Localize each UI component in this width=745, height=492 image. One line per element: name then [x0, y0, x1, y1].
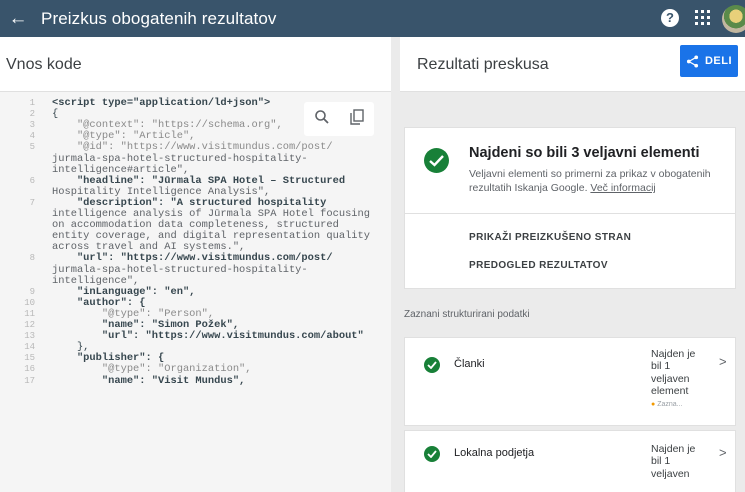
item-status: Najden je bil 1 veljaven — [651, 443, 696, 480]
check-circle-icon — [424, 357, 440, 373]
line-number: 13 — [24, 331, 35, 342]
line-number: 7 — [29, 197, 35, 208]
line-number: 12 — [24, 320, 35, 330]
line-number: 3 — [29, 120, 35, 131]
code-line: jurmala-spa-hotel-structured-hospitality… — [52, 263, 308, 276]
list-item-local-business[interactable]: Lokalna podjetja Najden je bil 1 veljave… — [404, 430, 736, 492]
back-arrow-icon[interactable]: ← — [7, 9, 29, 28]
code-tools — [304, 102, 374, 136]
results-panel-title: Rezultati preskusa — [417, 56, 549, 73]
avatar[interactable] — [722, 5, 745, 33]
more-info-link[interactable]: Več informacij — [590, 182, 655, 194]
line-number: 14 — [24, 342, 35, 353]
summary-description: Veljavni elementi so primerni za prikaz … — [469, 168, 711, 194]
item-sub-status: ● Zazna... — [651, 400, 683, 408]
item-name: Lokalna podjetja — [454, 447, 535, 459]
code-line: "@type": "Organization", — [52, 363, 252, 376]
view-tested-page-button[interactable]: PRIKAŽI PREIZKUŠENO STRAN — [469, 232, 631, 243]
summary-title: Najdeni so bili 3 veljavni elementi — [469, 145, 700, 161]
check-circle-icon — [424, 148, 449, 173]
code-line: "url": "https://www.visitmundus.com/post… — [52, 252, 333, 265]
line-number: 15 — [24, 353, 35, 364]
list-item-articles[interactable]: Članki Najden je bil 1 veljaven element … — [404, 337, 736, 426]
item-status: Najden je bil 1 veljaven element ● Zazna… — [651, 348, 707, 411]
share-label: DELI — [704, 55, 733, 67]
share-icon — [686, 54, 699, 68]
code-editor[interactable]: 1 <script type="application/ld+json"> 2{3 … — [0, 92, 391, 492]
result-summary-card: Najdeni so bili 3 veljavni elementi Velj… — [404, 127, 736, 289]
line-number: 6 — [29, 175, 35, 186]
line-number: 5 — [29, 142, 35, 153]
chevron-right-icon[interactable]: > — [719, 445, 727, 460]
page-title: Preizkus obogatenih rezultatov — [41, 8, 277, 28]
item-name: Članki — [454, 358, 485, 370]
divider — [405, 213, 735, 214]
line-number: 2 — [29, 109, 35, 120]
preview-results-button[interactable]: PREDOGLED REZULTATOV — [469, 260, 608, 271]
apps-grid-icon[interactable] — [695, 10, 710, 25]
chevron-right-icon[interactable]: > — [719, 354, 727, 369]
app-bar: ← Preizkus obogatenih rezultatov ? — [0, 0, 745, 37]
code-line: "name": "Visit Mundus", — [52, 374, 246, 387]
code-line: jurmala-spa-hotel-structured-hospitality… — [52, 152, 308, 165]
code-panel-title: Vnos kode — [6, 56, 82, 73]
line-number: 9 — [29, 286, 35, 297]
line-number: 10 — [24, 297, 35, 308]
code-line: "@id": "https://www.visitmundus.com/post… — [52, 141, 333, 154]
line-number: 11 — [24, 308, 35, 319]
line-number: 4 — [29, 131, 35, 142]
line-number: 16 — [24, 364, 35, 375]
code-panel-header: Vnos kode — [0, 37, 391, 92]
copy-icon[interactable] — [350, 109, 364, 129]
code-line: "url": "https://www.visitmundus.com/abou… — [52, 330, 364, 343]
search-icon[interactable] — [314, 109, 330, 129]
line-number: 1 — [29, 98, 35, 108]
check-circle-icon — [424, 446, 440, 462]
section-label: Zaznani strukturirani podatki — [404, 309, 530, 320]
line-number: 8 — [29, 253, 35, 264]
share-button[interactable]: DELI — [680, 45, 738, 77]
line-number: 17 — [24, 375, 35, 386]
help-icon[interactable]: ? — [661, 9, 679, 27]
